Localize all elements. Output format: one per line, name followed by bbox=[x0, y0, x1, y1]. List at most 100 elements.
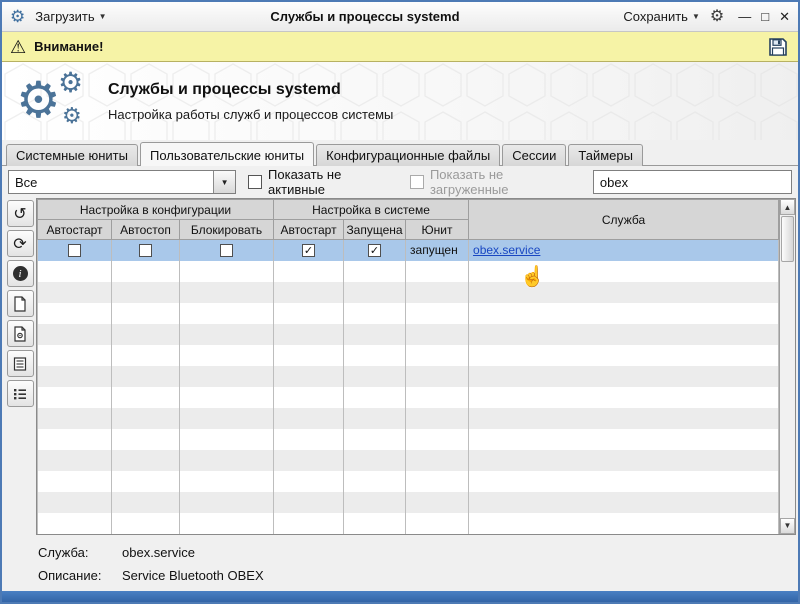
app-gear-icon: ⚙ bbox=[10, 8, 25, 25]
gear-large-icon: ⚙ bbox=[16, 75, 61, 125]
tab-sessions[interactable]: Сессии bbox=[502, 144, 566, 166]
info-icon: i bbox=[13, 266, 28, 281]
main-area: ↺ ⟳ i bbox=[2, 198, 798, 535]
save-file-button[interactable] bbox=[766, 35, 790, 59]
edit-config-button[interactable] bbox=[7, 320, 34, 347]
refresh-button[interactable]: ⟳ bbox=[7, 230, 34, 257]
view-log-button[interactable] bbox=[7, 350, 34, 377]
settings-gear-icon[interactable]: ⚙ bbox=[710, 9, 724, 25]
service-link[interactable]: obex.service bbox=[473, 243, 540, 257]
group-header-config: Настройка в конфигурации bbox=[38, 200, 274, 220]
column-header-autostart-system: Автостарт bbox=[274, 220, 344, 240]
column-header-running: Запущена bbox=[344, 220, 406, 240]
list-icon bbox=[12, 386, 28, 402]
show-unloaded-label: Показать не загруженные bbox=[430, 167, 581, 197]
units-table-header: Настройка в конфигурации Настройка в сис… bbox=[38, 200, 779, 240]
minimize-button[interactable]: — bbox=[738, 10, 751, 23]
list-units-button[interactable] bbox=[7, 380, 34, 407]
chevron-down-icon: ▼ bbox=[692, 12, 700, 21]
description-value: Service Bluetooth OBEX bbox=[122, 568, 264, 583]
table-row-empty[interactable] bbox=[38, 366, 779, 387]
tab-timers[interactable]: Таймеры bbox=[568, 144, 643, 166]
dropdown-arrow-icon[interactable]: ▼ bbox=[213, 171, 235, 193]
show-unloaded-checkbox: Показать не загруженные bbox=[410, 167, 581, 197]
gear-small-icon: ⚙ bbox=[62, 105, 82, 127]
column-header-autostart-config: Автостарт bbox=[38, 220, 112, 240]
table-row-selected[interactable]: ✓ ✓ запущен obex.service bbox=[38, 240, 779, 261]
file-icon bbox=[12, 296, 28, 312]
tab-user-units[interactable]: Пользовательские юниты bbox=[140, 142, 314, 166]
tab-system-units[interactable]: Системные юниты bbox=[6, 144, 138, 166]
window-bottom-edge bbox=[2, 591, 798, 604]
undo-history-icon: ↺ bbox=[13, 204, 26, 224]
show-inactive-label: Показать не активные bbox=[268, 167, 398, 197]
table-row-empty[interactable] bbox=[38, 261, 779, 282]
warning-bar: ⚠ Внимание! bbox=[2, 32, 798, 62]
filter-dropdown-value: Все bbox=[9, 171, 213, 193]
tab-config-files[interactable]: Конфигурационные файлы bbox=[316, 144, 500, 166]
titlebar: ⚙ Загрузить ▼ Службы и процессы systemd … bbox=[2, 2, 798, 32]
units-table: Настройка в конфигурации Настройка в сис… bbox=[37, 199, 779, 534]
load-menu-button[interactable]: Загрузить ▼ bbox=[31, 6, 110, 27]
side-toolbar: ↺ ⟳ i bbox=[4, 198, 36, 535]
filter-dropdown[interactable]: Все ▼ bbox=[8, 170, 236, 194]
table-row-empty[interactable] bbox=[38, 303, 779, 324]
gear-medium-icon: ⚙ bbox=[58, 69, 83, 97]
service-value: obex.service bbox=[122, 545, 195, 560]
history-button[interactable]: ↺ bbox=[7, 200, 34, 227]
group-header-system: Настройка в системе bbox=[274, 200, 469, 220]
warning-text: Внимание! bbox=[34, 39, 103, 54]
filter-row: Все ▼ Показать не активные Показать не з… bbox=[2, 166, 798, 198]
scroll-up-button[interactable]: ▲ bbox=[780, 199, 795, 215]
maximize-button[interactable]: □ bbox=[761, 10, 769, 23]
column-header-block: Блокировать bbox=[180, 220, 274, 240]
table-row-empty[interactable] bbox=[38, 492, 779, 513]
table-row-empty[interactable] bbox=[38, 450, 779, 471]
autostart-system-checkbox[interactable]: ✓ bbox=[302, 244, 315, 257]
column-header-autostop: Автостоп bbox=[112, 220, 180, 240]
page-title: Службы и процессы systemd bbox=[108, 81, 393, 99]
table-row-empty[interactable] bbox=[38, 324, 779, 345]
warning-icon: ⚠ bbox=[10, 38, 26, 56]
table-row-empty[interactable] bbox=[38, 282, 779, 303]
load-menu-label: Загрузить bbox=[35, 9, 94, 24]
app-window: ⚙ Загрузить ▼ Службы и процессы systemd … bbox=[0, 0, 800, 604]
info-button[interactable]: i bbox=[7, 260, 34, 287]
description-label: Описание: bbox=[38, 568, 122, 583]
file-lines-icon bbox=[12, 356, 28, 372]
units-table-body: ✓ ✓ запущен obex.service bbox=[38, 240, 779, 534]
running-checkbox[interactable]: ✓ bbox=[368, 244, 381, 257]
table-row-empty[interactable] bbox=[38, 471, 779, 492]
chevron-down-icon: ▼ bbox=[99, 12, 107, 21]
vertical-scrollbar[interactable]: ▲ ▼ bbox=[779, 199, 795, 534]
autostart-config-checkbox[interactable] bbox=[68, 244, 81, 257]
table-row-empty[interactable] bbox=[38, 513, 779, 534]
units-table-container: Настройка в конфигурации Настройка в сис… bbox=[36, 198, 796, 535]
tab-bar: Системные юниты Пользовательские юниты К… bbox=[2, 140, 798, 166]
block-checkbox[interactable] bbox=[220, 244, 233, 257]
save-menu-button[interactable]: Сохранить ▼ bbox=[619, 6, 704, 27]
service-label: Служба: bbox=[38, 545, 122, 560]
column-header-unit: Юнит bbox=[406, 220, 469, 240]
table-row-empty[interactable] bbox=[38, 345, 779, 366]
open-unit-file-button[interactable] bbox=[7, 290, 34, 317]
floppy-icon bbox=[767, 36, 789, 58]
show-inactive-checkbox[interactable]: Показать не активные bbox=[248, 167, 398, 197]
close-button[interactable]: ✕ bbox=[779, 10, 790, 23]
table-row-empty[interactable] bbox=[38, 387, 779, 408]
table-row-empty[interactable] bbox=[38, 408, 779, 429]
checkbox-box[interactable] bbox=[248, 175, 262, 189]
table-row-empty[interactable] bbox=[38, 429, 779, 450]
refresh-icon: ⟳ bbox=[13, 234, 26, 254]
file-config-icon bbox=[12, 326, 28, 342]
search-input[interactable] bbox=[593, 170, 792, 194]
app-logo: ⚙ ⚙ ⚙ bbox=[16, 69, 90, 133]
page-subtitle: Настройка работы служб и процессов систе… bbox=[108, 107, 393, 122]
details-panel: Служба: obex.service Описание: Service B… bbox=[2, 535, 798, 591]
save-menu-label: Сохранить bbox=[623, 9, 688, 24]
scrollbar-thumb[interactable] bbox=[781, 216, 794, 262]
column-header-service: Служба bbox=[469, 200, 779, 240]
autostop-checkbox[interactable] bbox=[139, 244, 152, 257]
scrollbar-track[interactable] bbox=[780, 263, 795, 518]
scroll-down-button[interactable]: ▼ bbox=[780, 518, 795, 534]
